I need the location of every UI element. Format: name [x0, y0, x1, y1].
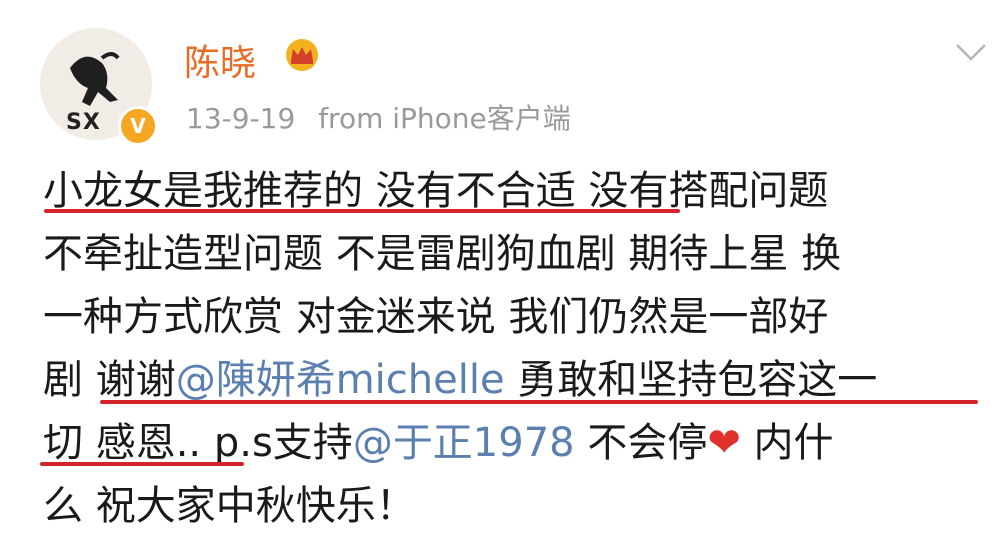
content-text: 么 祝大家中秋快乐！: [43, 483, 416, 529]
author-name[interactable]: 陈晓: [184, 34, 256, 86]
mention-link[interactable]: @于正1978: [353, 420, 575, 466]
mention-link[interactable]: @陳妍希michelle: [176, 357, 505, 403]
content-line: 不牵扯造型问题 不是雷剧狗血剧 期待上星 换: [43, 223, 993, 286]
content-line: 么 祝大家中秋快乐！: [43, 475, 993, 538]
crown-icon: [286, 39, 318, 71]
post-content: 小龙女是我推荐的 没有不合适 没有搭配问题 不牵扯造型问题 不是雷剧狗血剧 期待…: [43, 160, 993, 538]
content-text: 不会停: [574, 420, 708, 466]
content-text: 剧 谢谢: [43, 357, 176, 403]
content-text: 小龙女是我推荐的 没有不合适 没有搭配问题: [43, 168, 829, 214]
content-text: 不牵扯造型问题 不是雷剧狗血剧 期待上星 换: [43, 231, 842, 277]
content-line: 一种方式欣赏 对金迷来说 我们仍然是一部好: [43, 286, 993, 349]
content-text: 内什: [740, 420, 834, 466]
verified-icon: V: [118, 106, 158, 146]
post-source: from iPhone客户端: [318, 102, 571, 135]
content-line: 小龙女是我推荐的 没有不合适 没有搭配问题: [43, 160, 993, 223]
avatar-text: SX: [66, 110, 101, 135]
content-text: 一种方式欣赏 对金迷来说 我们仍然是一部好: [43, 294, 829, 340]
annotation-underline: [44, 209, 680, 213]
post-meta: 13-9-19 from iPhone客户端: [186, 97, 571, 137]
content-text: 切 感恩.. p.s支持: [43, 420, 353, 466]
chevron-down-icon[interactable]: [954, 40, 988, 64]
annotation-underline: [100, 400, 978, 404]
content-text: 勇敢和坚持包容这一: [504, 357, 878, 403]
heart-icon: ❤: [707, 420, 741, 466]
annotation-underline: [40, 462, 244, 466]
post-date: 13-9-19: [186, 102, 296, 135]
